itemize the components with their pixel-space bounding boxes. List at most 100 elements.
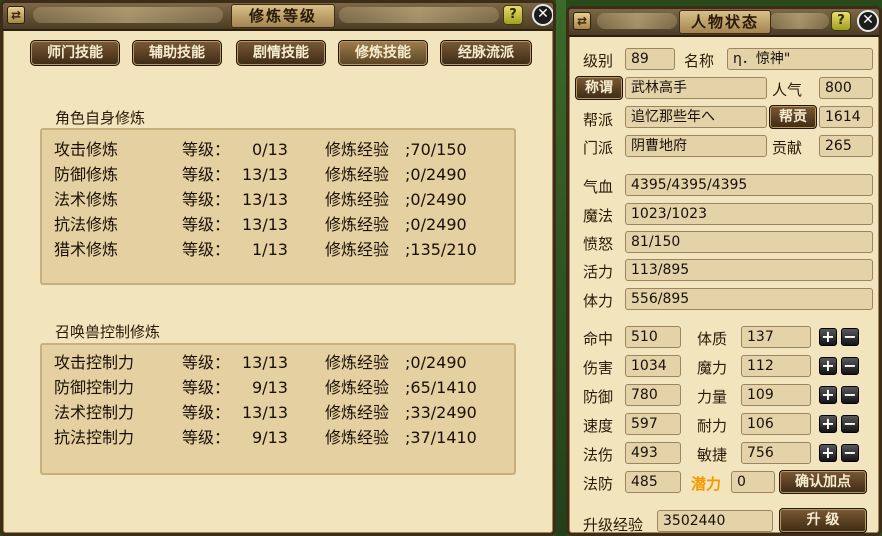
cultivation-row[interactable]: 攻击修炼 等级： 0/13 修炼经验 ;70/150 xyxy=(42,137,514,162)
minus-button[interactable]: − xyxy=(841,328,859,346)
minus-button[interactable]: − xyxy=(841,386,859,404)
self-cultivation-panel: 攻击修炼 等级： 0/13 修炼经验 ;70/150 防御修炼 等级： 13/13 修炼经验;… xyxy=(40,128,516,285)
guild-contrib-field: 1614 xyxy=(819,106,873,128)
title-button[interactable]: 称谓 xyxy=(575,76,623,100)
tab-story-skills[interactable]: 剧情技能 xyxy=(236,40,326,66)
cultivation-row[interactable]: 攻击控制力 等级： 13/13 修炼经验 ;0/2490 xyxy=(42,350,514,375)
constitution-label: 体质 xyxy=(697,330,728,348)
upgrade-exp-label: 升级经验 xyxy=(583,516,644,534)
status-titlebar[interactable]: ⇄ 人物状态 ? ✕ xyxy=(569,9,879,37)
exp-label: 修炼经验 xyxy=(325,215,390,234)
exp-value: ;0/2490 xyxy=(405,190,467,209)
help-button[interactable]: ? xyxy=(503,5,523,25)
exp-value: ;65/1410 xyxy=(405,378,477,397)
potential-label: 潜力 xyxy=(691,475,722,493)
skill-name: 防御修炼 xyxy=(54,165,119,184)
guild-contrib-button[interactable]: 帮贡 xyxy=(769,105,817,129)
pet-cultivation-title: 召唤兽控制修炼 xyxy=(55,323,161,341)
damage-field: 1034 xyxy=(625,355,681,377)
swap-icon[interactable]: ⇄ xyxy=(573,12,591,30)
cultivation-row[interactable]: 猎术修炼 等级： 1/13 修炼经验 ;135/210 xyxy=(42,237,514,262)
title-field: 武林高手 xyxy=(625,77,767,99)
cultivation-row[interactable]: 抗法修炼 等级： 13/13 修炼经验 ;0/2490 xyxy=(42,212,514,237)
minus-button[interactable]: − xyxy=(841,444,859,462)
vitality-label: 活力 xyxy=(583,263,614,281)
level-value: 9/13 xyxy=(252,378,288,397)
magic-defense-field: 485 xyxy=(625,471,681,493)
cultivation-row[interactable]: 防御控制力 等级： 9/13 修炼经验 ;65/1410 xyxy=(42,375,514,400)
skill-name: 猎术修炼 xyxy=(54,240,119,259)
level-label: 等级： xyxy=(182,403,231,422)
constitution-field: 137 xyxy=(741,326,811,348)
tab-cultivation-skills[interactable]: 修炼技能 xyxy=(338,40,428,66)
cultivation-row[interactable]: 法术修炼 等级： 13/13 修炼经验 ;0/2490 xyxy=(42,187,514,212)
exp-label: 修炼经验 xyxy=(325,240,390,259)
cultivation-row[interactable]: 法术控制力 等级： 13/13 修炼经验 ;33/2490 xyxy=(42,400,514,425)
minus-button[interactable]: − xyxy=(841,415,859,433)
defense-label: 防御 xyxy=(583,388,614,406)
plus-button[interactable]: + xyxy=(819,415,837,433)
exp-value: ;37/1410 xyxy=(405,428,477,447)
titlebar-ornament xyxy=(769,13,829,29)
speed-label: 速度 xyxy=(583,417,614,435)
plus-button[interactable]: + xyxy=(819,357,837,375)
endurance-field: 106 xyxy=(741,413,811,435)
level-label: 等级： xyxy=(182,353,231,372)
hit-label: 命中 xyxy=(583,330,614,348)
vitality-field: 113/895 xyxy=(625,259,873,281)
confirm-points-button[interactable]: 确认加点 xyxy=(779,470,867,494)
upgrade-button[interactable]: 升 级 xyxy=(779,508,867,533)
tab-assist-skills[interactable]: 辅助技能 xyxy=(132,40,222,66)
donation-field: 265 xyxy=(819,135,873,157)
hit-field: 510 xyxy=(625,326,681,348)
potential-field: 0 xyxy=(731,471,775,493)
plus-button[interactable]: + xyxy=(819,328,837,346)
level-field: 89 xyxy=(625,48,675,70)
background-gap xyxy=(556,0,566,536)
level-label: 等级： xyxy=(182,378,231,397)
exp-label: 修炼经验 xyxy=(325,353,390,372)
exp-value: ;135/210 xyxy=(405,240,477,259)
pet-cultivation-panel: 攻击控制力 等级： 13/13 修炼经验 ;0/2490 防御控制力 等级： 9/13 修炼经… xyxy=(40,343,516,475)
magic-power-label: 魔力 xyxy=(697,359,728,377)
cultivation-row[interactable]: 防御修炼 等级： 13/13 修炼经验 ;0/2490 xyxy=(42,162,514,187)
plus-button[interactable]: + xyxy=(819,386,837,404)
strength-label: 力量 xyxy=(697,388,728,406)
name-field: η．惊神" xyxy=(727,48,873,70)
self-cultivation-title: 角色自身修炼 xyxy=(55,109,146,127)
rage-field: 81/150 xyxy=(625,231,873,253)
guild-field: 追忆那些年へ xyxy=(625,106,767,128)
agility-field: 756 xyxy=(741,442,811,464)
minus-button[interactable]: − xyxy=(841,357,859,375)
magic-damage-field: 493 xyxy=(625,442,681,464)
level-label: 等级： xyxy=(182,428,231,447)
plus-button[interactable]: + xyxy=(819,444,837,462)
help-button[interactable]: ? xyxy=(831,11,851,31)
exp-label: 修炼经验 xyxy=(325,140,390,159)
titlebar-ornament xyxy=(597,13,677,29)
level-value: 13/13 xyxy=(242,353,289,372)
name-label: 名称 xyxy=(684,52,715,70)
cultivation-row[interactable]: 抗法控制力 等级： 9/13 修炼经验 ;37/1410 xyxy=(42,425,514,450)
level-value: 13/13 xyxy=(242,190,289,209)
exp-label: 修炼经验 xyxy=(325,165,390,184)
skill-name: 法术控制力 xyxy=(54,403,135,422)
cultivation-titlebar[interactable]: ⇄ 修炼等级 ? ✕ xyxy=(3,3,553,31)
endurance-label: 耐力 xyxy=(697,417,728,435)
magic-damage-label: 法伤 xyxy=(583,446,614,464)
close-button[interactable]: ✕ xyxy=(532,4,553,26)
exp-value: ;0/2490 xyxy=(405,215,467,234)
close-button[interactable]: ✕ xyxy=(857,10,879,32)
guild-label: 帮派 xyxy=(583,111,614,129)
level-value: 0/13 xyxy=(252,140,288,159)
swap-icon[interactable]: ⇄ xyxy=(7,6,25,24)
mp-field: 1023/1023 xyxy=(625,203,873,225)
exp-label: 修炼经验 xyxy=(325,403,390,422)
magic-power-field: 112 xyxy=(741,355,811,377)
tab-meridian-school[interactable]: 经脉流派 xyxy=(440,40,532,66)
exp-label: 修炼经验 xyxy=(325,378,390,397)
strength-field: 109 xyxy=(741,384,811,406)
exp-value: ;0/2490 xyxy=(405,165,467,184)
level-value: 13/13 xyxy=(242,403,289,422)
tab-master-skills[interactable]: 师门技能 xyxy=(30,40,120,66)
